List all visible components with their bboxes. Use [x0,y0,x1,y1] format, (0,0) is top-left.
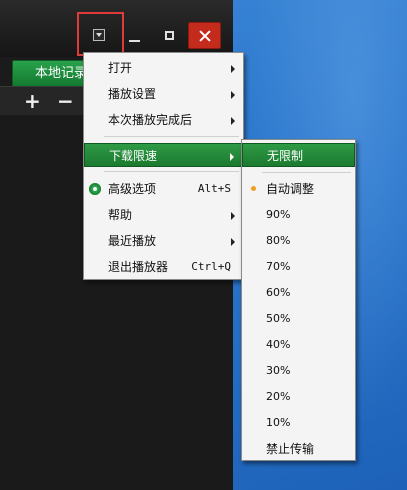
menu-item-label: 播放设置 [108,87,157,101]
menu-item-download-limit[interactable]: 下载限速 [84,143,243,167]
speed-option-70[interactable]: 70% [242,255,355,279]
speed-option-90[interactable]: 90% [242,203,355,227]
menu-separator [262,172,351,173]
add-button[interactable]: + [24,91,41,111]
menu-item-label: 自动调整 [266,182,315,196]
menu-item-label: 30% [266,364,291,377]
speed-option-50[interactable]: 50% [242,307,355,331]
menu-item-label: 90% [266,208,291,221]
menu-item-label: 本次播放完成后 [108,113,193,127]
speed-limit-submenu: 无限制 自动调整 90% 80% 70% 60% 50% 40% 30% 20%… [241,139,356,461]
menu-item-label: 50% [266,312,291,325]
speed-option-20[interactable]: 20% [242,385,355,409]
speed-option-30[interactable]: 30% [242,359,355,383]
gear-icon [89,183,101,195]
menu-item-label: 10% [266,416,291,429]
menu-item-after-playback[interactable]: 本次播放完成后 [84,108,243,132]
menu-item-label: 退出播放器 [108,260,169,274]
menu-item-label: 40% [266,338,291,351]
close-button[interactable] [188,22,221,49]
menu-item-label: 帮助 [108,208,133,222]
menu-item-label: 最近播放 [108,234,157,248]
submenu-arrow-icon [231,238,235,246]
maximize-button[interactable] [155,23,185,49]
minimize-button[interactable] [120,23,150,49]
menu-item-label: 20% [266,390,291,403]
menu-item-play-settings[interactable]: 播放设置 [84,82,243,106]
speed-option-unlimited[interactable]: 无限制 [242,143,355,167]
menu-item-label: 60% [266,286,291,299]
menu-item-label: 高级选项 [108,182,157,196]
menu-item-label: 禁止传输 [266,442,315,456]
menu-item-recent[interactable]: 最近播放 [84,229,243,253]
submenu-arrow-icon [231,65,235,73]
menu-separator [104,171,239,172]
menu-item-label: 80% [266,234,291,247]
selected-bullet-icon [251,186,256,191]
menu-item-advanced-options[interactable]: 高级选项 Alt+S [84,177,243,201]
menu-item-open[interactable]: 打开 [84,56,243,80]
speed-option-auto[interactable]: 自动调整 [242,177,355,201]
menu-item-label: 下载限速 [109,149,158,163]
shortcut-label: Alt+S [197,182,231,195]
menu-item-exit[interactable]: 退出播放器 Ctrl+Q [84,255,243,279]
speed-option-80[interactable]: 80% [242,229,355,253]
main-context-menu: 打开 播放设置 本次播放完成后 下载限速 高级选项 Alt+S 帮助 最近播放 … [83,52,244,280]
speed-option-10[interactable]: 10% [242,411,355,435]
annotation-highlight [77,12,124,56]
submenu-arrow-icon [231,212,235,220]
menu-item-label: 70% [266,260,291,273]
speed-option-60[interactable]: 60% [242,281,355,305]
submenu-arrow-icon [231,91,235,99]
remove-button[interactable]: − [57,91,74,111]
submenu-arrow-icon [231,117,235,125]
menu-item-label: 无限制 [267,149,304,163]
shortcut-label: Ctrl+Q [191,260,231,273]
menu-separator [104,136,239,137]
menu-item-label: 打开 [108,61,133,75]
speed-option-40[interactable]: 40% [242,333,355,357]
menu-item-help[interactable]: 帮助 [84,203,243,227]
submenu-arrow-icon [230,153,234,161]
speed-option-stop[interactable]: 禁止传输 [242,437,355,461]
